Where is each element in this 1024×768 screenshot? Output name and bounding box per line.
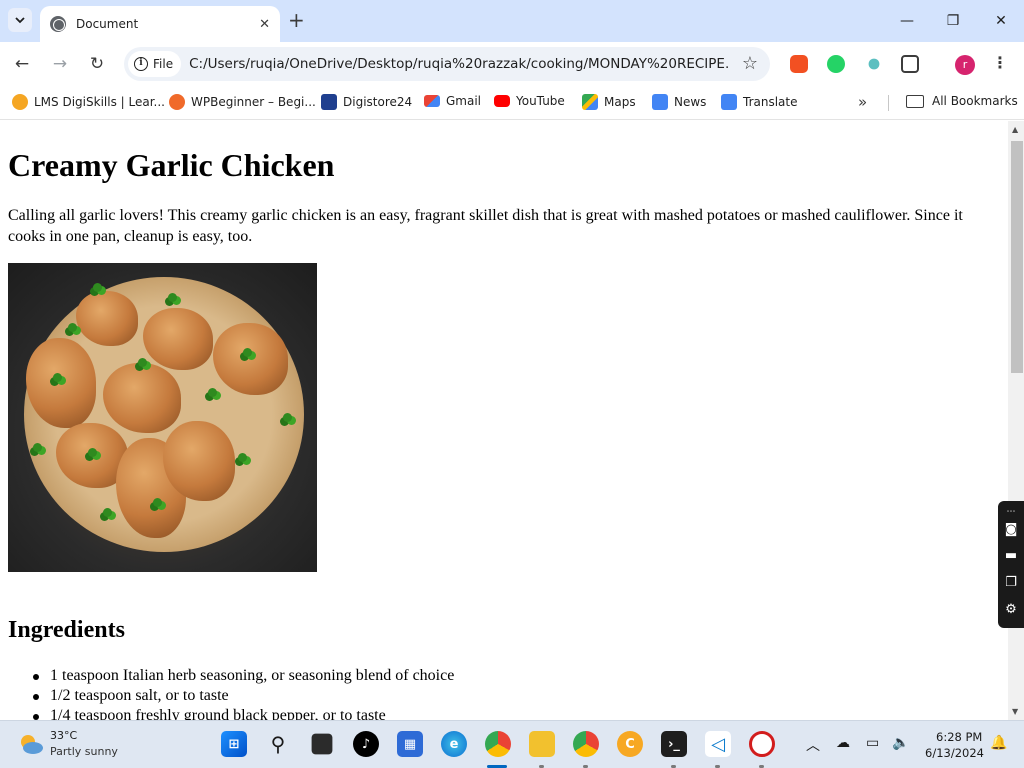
bookmark-label: Digistore24 bbox=[343, 95, 413, 109]
extensions-puzzle-icon[interactable] bbox=[901, 55, 919, 73]
widget-menu-icon[interactable]: ⋯ bbox=[1003, 504, 1019, 520]
bookmark-label: Gmail bbox=[446, 94, 482, 108]
address-bar[interactable]: i File C:/Users/ruqia/OneDrive/Desktop/r… bbox=[124, 47, 770, 81]
settings-gear-icon[interactable]: ⚙ bbox=[1003, 602, 1019, 618]
network-icon[interactable]: ▭ bbox=[866, 735, 879, 751]
bookmark-maps[interactable]: Maps bbox=[582, 94, 636, 110]
youtube-icon bbox=[494, 95, 510, 107]
scroll-down-arrow-icon[interactable]: ▼ bbox=[1012, 707, 1018, 716]
windows-taskbar: 33°C Partly sunny ⊞ ⚲ ♪ ▦ e C ›_ ◁ ︿ ☁ ▭… bbox=[0, 720, 1024, 768]
gmail-icon bbox=[424, 95, 440, 107]
bookmark-gmail[interactable]: Gmail bbox=[424, 94, 481, 108]
bookmark-label: Maps bbox=[604, 95, 636, 109]
active-tab[interactable]: Document ✕ bbox=[40, 6, 280, 42]
news-icon bbox=[652, 94, 668, 110]
file-label: File bbox=[153, 57, 174, 71]
info-icon: i bbox=[134, 57, 148, 71]
ingredients-list: 1 teaspoon Italian herb seasoning, or se… bbox=[8, 666, 454, 720]
creamy-garlic-chicken-image bbox=[8, 263, 317, 572]
more-bookmarks-chevron-icon[interactable]: » bbox=[858, 93, 867, 111]
page-viewport[interactable]: Creamy Garlic Chicken Calling all garlic… bbox=[0, 121, 1024, 720]
folder-icon bbox=[906, 94, 924, 108]
partly-sunny-icon[interactable] bbox=[18, 732, 44, 756]
ingredients-heading: Ingredients bbox=[8, 617, 125, 643]
capture-side-widget: ⋯ ◙ ▬ ❐ ⚙ bbox=[998, 501, 1024, 628]
reload-icon[interactable]: ↻ bbox=[85, 52, 109, 76]
window-capture-icon[interactable]: ❐ bbox=[1003, 575, 1019, 591]
minimize-button[interactable]: — bbox=[892, 8, 922, 34]
bookmark-youtube[interactable]: YouTube bbox=[494, 94, 565, 108]
browser-toolbar: ← → ↻ i File C:/Users/ruqia/OneDrive/Des… bbox=[0, 42, 1024, 86]
search-icon[interactable]: ⚲ bbox=[265, 731, 291, 757]
bookmark-label: LMS DigiSkills | Lear... bbox=[34, 95, 165, 109]
start-windows-icon[interactable]: ⊞ bbox=[221, 731, 247, 757]
menu-kebab-icon[interactable]: ⋮ bbox=[992, 53, 1008, 72]
lms-icon bbox=[12, 94, 28, 110]
weather-description[interactable]: Partly sunny bbox=[50, 745, 118, 758]
file-explorer-icon[interactable] bbox=[529, 731, 555, 757]
bookmark-digistore24[interactable]: Digistore24 bbox=[321, 94, 412, 110]
vertical-scrollbar[interactable]: ▲ ▼ bbox=[1008, 121, 1024, 720]
bookmark-label: Translate bbox=[743, 95, 798, 109]
bookmarks-bar: LMS DigiSkills | Lear... WPBeginner – Be… bbox=[0, 86, 1024, 120]
clock-date[interactable]: 6/13/2024 bbox=[925, 746, 984, 760]
list-item: 1/2 teaspoon salt, or to taste bbox=[8, 686, 454, 706]
extension-record-icon[interactable] bbox=[790, 55, 808, 73]
show-hidden-icons-chevron-icon[interactable]: ︿ bbox=[806, 735, 820, 755]
maps-icon bbox=[582, 94, 598, 110]
terminal-icon[interactable]: ›_ bbox=[661, 731, 687, 757]
new-tab-button[interactable]: + bbox=[288, 9, 305, 31]
forward-icon[interactable]: → bbox=[48, 52, 72, 76]
tab-strip: Document ✕ + — ❐ ✕ bbox=[0, 0, 1024, 42]
page-title: Creamy Garlic Chicken bbox=[8, 147, 335, 183]
profile-avatar[interactable]: r bbox=[955, 55, 975, 75]
screen-recorder-icon[interactable] bbox=[749, 731, 775, 757]
tab-close-icon[interactable]: ✕ bbox=[259, 17, 270, 32]
url-text[interactable]: C:/Users/ruqia/OneDrive/Desktop/ruqia%20… bbox=[189, 56, 729, 72]
bookmark-news[interactable]: News bbox=[652, 94, 706, 110]
bookmark-wpbeginner[interactable]: WPBeginner – Begi... bbox=[169, 94, 316, 110]
bookmarks-divider bbox=[888, 95, 889, 111]
camera-icon[interactable]: ◙ bbox=[1003, 522, 1019, 538]
scroll-up-arrow-icon[interactable]: ▲ bbox=[1012, 125, 1018, 134]
chrome-icon[interactable] bbox=[485, 731, 511, 757]
translate-icon bbox=[721, 94, 737, 110]
digistore-icon bbox=[321, 94, 337, 110]
edge-icon[interactable]: e bbox=[441, 731, 467, 757]
clock-time[interactable]: 6:28 PM bbox=[936, 730, 982, 744]
site-info-chip[interactable]: i File bbox=[128, 51, 182, 77]
weather-temperature[interactable]: 33°C bbox=[50, 729, 77, 742]
grammarly-icon[interactable]: C bbox=[617, 731, 643, 757]
tab-title: Document bbox=[76, 17, 139, 31]
bookmark-lms-digiskills[interactable]: LMS DigiSkills | Lear... bbox=[12, 94, 165, 110]
globe-icon bbox=[50, 16, 66, 32]
microsoft-store-icon[interactable]: ▦ bbox=[397, 731, 423, 757]
volume-icon[interactable]: 🔈 bbox=[892, 735, 909, 751]
vscode-icon[interactable]: ◁ bbox=[705, 731, 731, 757]
bookmark-translate[interactable]: Translate bbox=[721, 94, 798, 110]
bookmark-label: WPBeginner – Begi... bbox=[191, 95, 316, 109]
close-window-button[interactable]: ✕ bbox=[986, 8, 1016, 34]
notifications-icon[interactable]: 🔔 bbox=[990, 735, 1007, 751]
bookmark-star-icon[interactable]: ☆ bbox=[742, 53, 758, 74]
tiktok-icon[interactable]: ♪ bbox=[353, 731, 379, 757]
restore-button[interactable]: ❐ bbox=[938, 8, 968, 34]
whatsapp-extension-icon[interactable] bbox=[827, 55, 845, 73]
bookmark-label: News bbox=[674, 95, 707, 109]
wpbeginner-icon bbox=[169, 94, 185, 110]
onedrive-cloud-icon[interactable]: ☁ bbox=[836, 735, 850, 751]
list-item: 1/4 teaspoon freshly ground black pepper… bbox=[8, 706, 454, 720]
chrome-profile-icon[interactable] bbox=[573, 731, 599, 757]
all-bookmarks-label: All Bookmarks bbox=[932, 94, 1018, 108]
task-view-icon[interactable] bbox=[311, 733, 333, 755]
intro-paragraph: Calling all garlic lovers! This creamy g… bbox=[8, 207, 963, 245]
extension-dot-icon[interactable] bbox=[868, 58, 880, 70]
scrollbar-thumb[interactable] bbox=[1011, 141, 1023, 373]
all-bookmarks-button[interactable]: All Bookmarks bbox=[906, 94, 1018, 108]
back-icon[interactable]: ← bbox=[10, 52, 34, 76]
list-item: 1 teaspoon Italian herb seasoning, or se… bbox=[8, 666, 454, 686]
bookmark-label: YouTube bbox=[516, 94, 565, 108]
video-camera-icon[interactable]: ▬ bbox=[1003, 548, 1019, 564]
tab-search-chevron-icon[interactable] bbox=[8, 8, 32, 32]
